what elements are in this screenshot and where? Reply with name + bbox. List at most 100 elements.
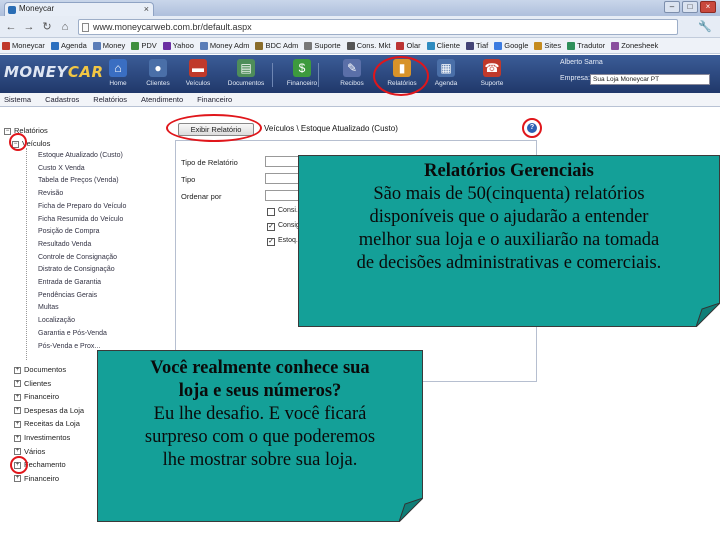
bookmark-item[interactable]: Sites — [534, 41, 561, 50]
tree-node[interactable]: + Clientes — [14, 379, 51, 388]
address-bar[interactable]: www.moneycarweb.com.br/default.aspx — [78, 19, 678, 35]
bookmark-item[interactable]: Money — [92, 41, 126, 50]
bookmark-item[interactable]: Yahoo — [162, 41, 194, 50]
toolbar-separator — [272, 63, 273, 87]
bookmark-icon — [92, 41, 101, 50]
tree-node[interactable]: + Vários — [14, 447, 45, 456]
tree-report-item[interactable]: Tabela de Preços (Venda) — [38, 177, 119, 184]
empresa-select[interactable]: Sua Loja Moneycar PT — [590, 74, 710, 85]
expand-icon[interactable]: + — [14, 434, 21, 442]
menu-item[interactable]: Atendimento — [141, 95, 183, 104]
toolbar-label: Clientes — [146, 80, 170, 87]
tree-report-item[interactable]: Controle de Consignação — [38, 254, 117, 261]
car-icon: ▬ — [189, 59, 207, 77]
tree-report-item[interactable]: Estoque Atualizado (Custo) — [38, 152, 123, 159]
close-window-button[interactable]: × — [700, 1, 716, 13]
tree-root[interactable]: − Relatórios — [4, 126, 48, 135]
tree-node[interactable]: + Documentos — [14, 365, 66, 374]
bookmark-item[interactable]: Olar — [396, 41, 421, 50]
tree-node-label: Fechamento — [24, 460, 66, 470]
maximize-button[interactable]: □ — [682, 1, 698, 13]
wrench-icon[interactable]: 🔧 — [698, 20, 712, 34]
bookmark-item[interactable]: Suporte — [304, 41, 341, 50]
bookmark-item[interactable]: Cliente — [426, 41, 460, 50]
bookmark-label: Money — [102, 41, 126, 50]
bookmark-label: Cliente — [436, 41, 460, 50]
tree-node[interactable]: + Receitas da Loja — [14, 419, 80, 428]
bookmark-item[interactable]: Cons. Mkt — [346, 41, 390, 50]
toolbar-home-button[interactable]: ⌂ Home — [98, 59, 138, 87]
toolbar-recibos-button[interactable]: ✎ Recibos — [332, 59, 372, 87]
browser-tab[interactable]: Moneycar × — [4, 2, 154, 16]
tree-report-item[interactable]: Multas — [38, 304, 59, 311]
bookmark-icon — [426, 41, 435, 50]
tree-report-item[interactable]: Resultado Venda — [38, 241, 91, 248]
expand-icon[interactable]: + — [14, 420, 21, 428]
expand-icon[interactable]: + — [14, 407, 21, 415]
callout-line: melhor sua loja e o auxiliarão na tomada — [358, 230, 660, 250]
collapse-icon[interactable]: − — [4, 127, 11, 135]
bookmark-item[interactable]: Zonesheek — [611, 41, 658, 50]
tree-report-item[interactable]: Custo X Venda — [38, 165, 85, 172]
reload-icon[interactable]: ↻ — [40, 20, 54, 34]
expand-icon[interactable]: + — [14, 393, 21, 401]
bookmark-item[interactable]: BDC Adm — [255, 41, 298, 50]
bookmark-icon — [466, 41, 474, 50]
bookmark-label: Suporte — [314, 41, 341, 50]
expand-icon[interactable]: + — [14, 475, 21, 483]
tree-report-item[interactable]: Pendências Gerais — [38, 292, 97, 299]
tree-report-item[interactable]: Posição de Compra — [38, 228, 99, 235]
browser-titlebar: Moneycar × – □ × — [0, 0, 720, 16]
tree-report-item[interactable]: Entrada de Garantia — [38, 279, 101, 286]
tree-report-item[interactable]: Distrato de Consignação — [38, 266, 115, 273]
tab-close-icon[interactable]: × — [144, 3, 149, 15]
tree-report-item[interactable]: Revisão — [38, 190, 63, 197]
bookmark-item[interactable]: Tiaf — [466, 41, 488, 50]
bookmark-item[interactable]: Agenda — [50, 41, 87, 50]
tree-report-item[interactable]: Localização — [38, 317, 75, 324]
bookmark-item[interactable]: Tradutor — [567, 41, 605, 50]
tree-node[interactable]: + Investimentos — [14, 433, 70, 442]
option-checkbox[interactable]: ✓ — [267, 238, 275, 246]
bookmark-label: Google — [504, 41, 529, 50]
tree-node[interactable]: + Financeiro — [14, 392, 59, 401]
bookmark-item[interactable]: Google — [494, 41, 528, 50]
toolbar-suporte-button[interactable]: ☎ Suporte — [472, 59, 512, 87]
phone-icon: ☎ — [483, 59, 501, 77]
tree-report-item[interactable]: Ficha de Preparo do Veículo — [38, 203, 126, 210]
toolbar-agenda-button[interactable]: ▦ Agenda — [426, 59, 466, 87]
bookmark-icon — [2, 41, 10, 50]
menu-item[interactable]: Financeiro — [197, 95, 232, 104]
menu-item[interactable]: Cadastros — [45, 95, 79, 104]
home-browser-icon[interactable]: ⌂ — [58, 20, 72, 34]
tree-report-item[interactable]: Ficha Resumida do Veículo — [38, 216, 123, 223]
bookmark-label: PDV — [141, 41, 157, 50]
expand-icon[interactable]: + — [14, 380, 21, 388]
toolbar-documentos-button[interactable]: ▤ Documentos — [226, 59, 266, 87]
highlight-veiculos-node — [9, 133, 27, 151]
tree-node[interactable]: + Financeiro — [14, 474, 59, 483]
option-checkbox[interactable]: ✓ — [267, 223, 275, 231]
tree-report-item[interactable]: Garantia e Pós-Venda — [38, 330, 107, 337]
field-label-tipo-relatorio: Tipo de Relatório — [181, 158, 238, 167]
empresa-label: Empresa: — [560, 75, 590, 82]
back-arrow-icon[interactable]: ← — [4, 20, 18, 34]
tree-report-item[interactable]: Pós-Venda e Prox... — [38, 343, 100, 350]
menu-item[interactable]: Sistema — [4, 95, 31, 104]
bookmark-label: BDC Adm — [265, 41, 299, 50]
bookmark-item[interactable]: PDV — [131, 41, 157, 50]
bookmark-item[interactable]: Money Adm — [199, 41, 249, 50]
option-checkbox[interactable] — [267, 208, 275, 216]
toolbar-veiculos-button[interactable]: ▬ Veículos — [178, 59, 218, 87]
toolbar-financeiro-button[interactable]: $ Financeiro — [282, 59, 322, 87]
toolbar-clientes-button[interactable]: ● Clientes — [138, 59, 178, 87]
tree-node-label: Receitas da Loja — [24, 419, 80, 429]
expand-icon[interactable]: + — [14, 366, 21, 374]
minimize-button[interactable]: – — [664, 1, 680, 13]
expand-icon[interactable]: + — [14, 448, 21, 456]
menu-item[interactable]: Relatórios — [93, 95, 127, 104]
bookmark-item[interactable]: Moneycar — [2, 41, 45, 50]
forward-arrow-icon[interactable]: → — [22, 20, 36, 34]
tree-node[interactable]: + Despesas da Loja — [14, 406, 84, 415]
home-icon: ⌂ — [109, 59, 127, 77]
